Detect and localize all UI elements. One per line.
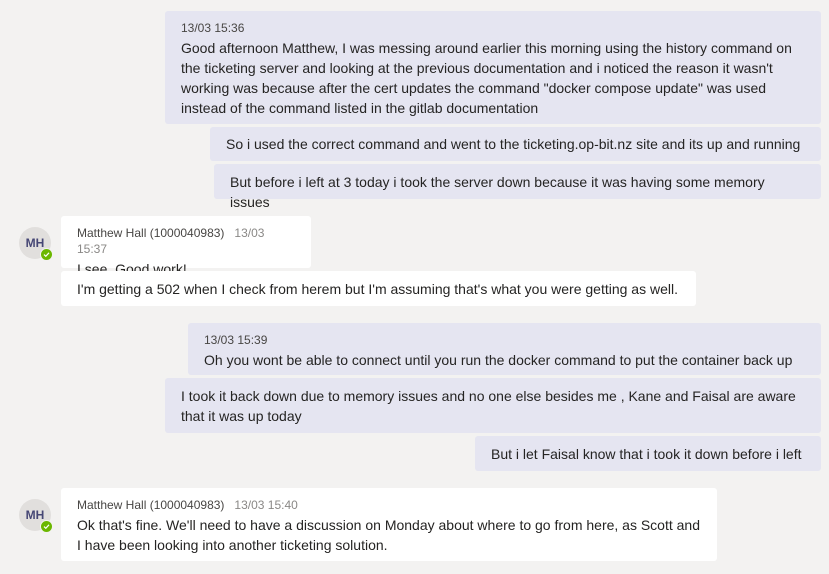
message-timestamp: 13/03 15:36 (181, 21, 245, 35)
incoming-message[interactable]: I'm getting a 502 when I check from here… (61, 271, 696, 306)
message-header: Matthew Hall (1000040983) 13/03 15:40 (77, 497, 701, 513)
outgoing-message[interactable]: But before i left at 3 today i took the … (214, 164, 821, 210)
avatar-initials: MH (25, 508, 45, 522)
message-timestamp: 13/03 15:39 (204, 333, 268, 347)
presence-available-icon (40, 248, 53, 261)
avatar[interactable]: MH (19, 227, 53, 261)
message-text: But before i left at 3 today i took the … (230, 174, 765, 210)
avatar[interactable]: MH (19, 499, 53, 533)
message-text: I took it back down due to memory issues… (181, 388, 796, 424)
message-text: I'm getting a 502 when I check from here… (77, 281, 678, 297)
outgoing-message[interactable]: 13/03 15:39 Oh you wont be able to conne… (188, 323, 821, 375)
message-text: So i used the correct command and went t… (226, 136, 801, 152)
message-text: Ok that's fine. We'll need to have a dis… (77, 517, 700, 553)
incoming-message[interactable]: Matthew Hall (1000040983) 13/03 15:40 Ok … (61, 488, 717, 561)
sender-name: Matthew Hall (1000040983) (77, 498, 225, 512)
message-header: Matthew Hall (1000040983) 13/03 15:37 (77, 225, 295, 257)
avatar-initials: MH (25, 236, 45, 250)
message-text: Good afternoon Matthew, I was messing ar… (181, 40, 792, 116)
outgoing-message[interactable]: I took it back down due to memory issues… (165, 378, 821, 433)
message-text: Oh you wont be able to connect until you… (204, 352, 793, 368)
message-text: But i let Faisal know that i took it dow… (491, 446, 802, 462)
outgoing-message[interactable]: So i used the correct command and went t… (210, 127, 821, 161)
outgoing-message[interactable]: 13/03 15:36 Good afternoon Matthew, I wa… (165, 11, 821, 124)
incoming-message[interactable]: Matthew Hall (1000040983) 13/03 15:37 I s… (61, 216, 311, 277)
sender-name: Matthew Hall (1000040983) (77, 226, 225, 240)
outgoing-message[interactable]: But i let Faisal know that i took it dow… (475, 436, 821, 471)
message-timestamp: 13/03 15:40 (234, 498, 298, 512)
presence-available-icon (40, 520, 53, 533)
